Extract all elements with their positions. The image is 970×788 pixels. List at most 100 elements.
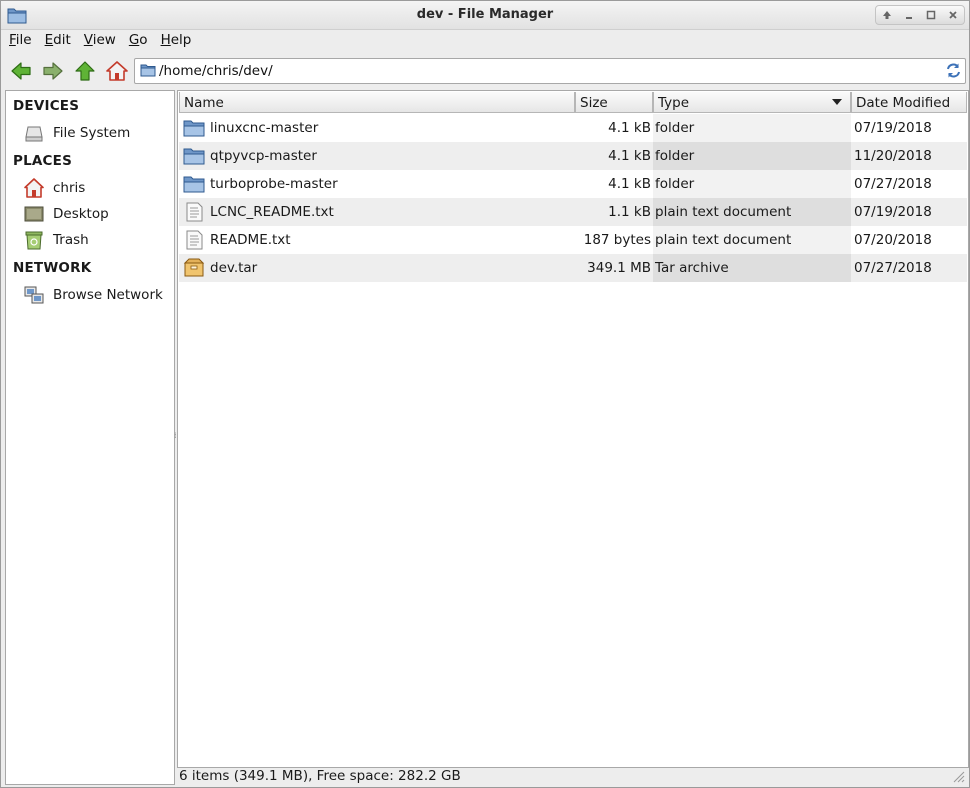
forward-icon bbox=[43, 62, 63, 80]
menu-help-label: elp bbox=[170, 32, 192, 48]
file-row[interactable]: LCNC_README.txt 1.1 kB plain text docume… bbox=[179, 198, 967, 226]
places-heading: PLACES bbox=[13, 153, 72, 169]
file-type: Tar archive bbox=[655, 260, 729, 276]
sidebar-item-label: File System bbox=[53, 125, 131, 141]
file-size: 349.1 MB bbox=[587, 260, 651, 276]
file-size: 4.1 kB bbox=[608, 176, 651, 192]
file-manager-window: dev - File Manager File Edit View Go Hel… bbox=[0, 0, 970, 788]
archive-icon bbox=[183, 258, 205, 277]
file-name: linuxcnc-master bbox=[210, 120, 319, 136]
column-header-size-label: Size bbox=[580, 95, 608, 111]
home-icon bbox=[106, 61, 128, 81]
refresh-icon[interactable] bbox=[945, 62, 962, 79]
file-row[interactable]: turboprobe-master 4.1 kB folder 07/27/20… bbox=[179, 170, 967, 198]
up-icon bbox=[75, 61, 95, 81]
home-button[interactable] bbox=[104, 58, 130, 84]
file-size: 187 bytes bbox=[583, 232, 651, 248]
resize-grip-icon[interactable] bbox=[951, 769, 965, 783]
shade-button[interactable] bbox=[876, 6, 898, 24]
menu-help[interactable]: Help bbox=[153, 30, 197, 52]
back-button[interactable] bbox=[8, 58, 34, 84]
file-date: 07/19/2018 bbox=[854, 204, 932, 220]
file-type: plain text document bbox=[655, 204, 792, 220]
sidebar-item-label: Browse Network bbox=[53, 287, 163, 303]
file-date: 11/20/2018 bbox=[854, 148, 932, 164]
network-icon bbox=[24, 286, 44, 304]
file-name: README.txt bbox=[210, 232, 291, 248]
file-name: LCNC_README.txt bbox=[210, 204, 334, 220]
menu-view-mnemonic: V bbox=[83, 32, 93, 48]
text-file-icon bbox=[186, 202, 203, 222]
file-row[interactable]: README.txt 187 bytes plain text document… bbox=[179, 226, 967, 254]
file-type: folder bbox=[655, 120, 695, 136]
text-file-icon bbox=[186, 230, 203, 250]
folder-icon bbox=[183, 148, 205, 165]
menu-file-mnemonic: F bbox=[9, 32, 16, 48]
folder-icon bbox=[140, 64, 156, 77]
menu-go-mnemonic: G bbox=[128, 32, 140, 48]
column-header-date-modified[interactable]: Date Modified bbox=[851, 92, 967, 113]
sidebar-item-desktop[interactable]: Desktop bbox=[6, 202, 174, 226]
file-type: folder bbox=[655, 148, 695, 164]
sidebar-item-label: Desktop bbox=[53, 206, 109, 222]
close-icon bbox=[949, 11, 957, 19]
sidebar-item-file-system[interactable]: File System bbox=[6, 121, 174, 145]
column-header-name-label: Name bbox=[184, 95, 224, 111]
sidebar-item-trash[interactable]: Trash bbox=[6, 228, 174, 252]
menu-file-label: ile bbox=[15, 32, 32, 48]
home-folder-icon bbox=[24, 178, 44, 198]
column-header-size[interactable]: Size bbox=[575, 92, 653, 113]
forward-button[interactable] bbox=[40, 58, 66, 84]
toolbar: /home/chris/dev/ bbox=[1, 54, 969, 88]
sidebar-item-label: chris bbox=[53, 180, 86, 196]
menu-edit-label: dit bbox=[53, 32, 71, 48]
menu-view-label: iew bbox=[92, 32, 116, 48]
file-date: 07/19/2018 bbox=[854, 120, 932, 136]
minimize-icon bbox=[906, 17, 912, 19]
file-size: 4.1 kB bbox=[608, 148, 651, 164]
sidebar: DEVICES File System PLACES chris Desktop bbox=[5, 90, 175, 785]
file-type: folder bbox=[655, 176, 695, 192]
menu-edit[interactable]: Edit bbox=[37, 30, 76, 52]
menu-go[interactable]: Go bbox=[121, 30, 153, 52]
title-bar[interactable]: dev - File Manager bbox=[1, 1, 969, 30]
file-date: 07/27/2018 bbox=[854, 176, 932, 192]
menu-edit-mnemonic: E bbox=[44, 32, 54, 48]
column-header-row: Name Size Type Date Modified bbox=[179, 92, 967, 114]
sidebar-item-label: Trash bbox=[53, 232, 89, 248]
file-list: Name Size Type Date Modified linuxcnc-ma… bbox=[177, 90, 969, 768]
file-row[interactable]: dev.tar 349.1 MB Tar archive 07/27/2018 bbox=[179, 254, 967, 282]
up-button[interactable] bbox=[72, 58, 98, 84]
desktop-icon bbox=[24, 206, 44, 222]
location-bar[interactable]: /home/chris/dev/ bbox=[134, 58, 966, 84]
minimize-button[interactable] bbox=[898, 6, 920, 24]
devices-heading: DEVICES bbox=[13, 98, 80, 114]
back-icon bbox=[11, 62, 31, 80]
file-row[interactable]: qtpyvcp-master 4.1 kB folder 11/20/2018 bbox=[179, 142, 967, 170]
file-row[interactable]: linuxcnc-master 4.1 kB folder 07/19/2018 bbox=[179, 114, 967, 142]
location-path: /home/chris/dev/ bbox=[159, 63, 273, 79]
sort-descending-icon bbox=[832, 99, 842, 105]
folder-icon bbox=[183, 176, 205, 193]
status-bar-text: 6 items (349.1 MB), Free space: 282.2 GB bbox=[179, 768, 461, 784]
file-type: plain text document bbox=[655, 232, 792, 248]
file-name: turboprobe-master bbox=[210, 176, 338, 192]
sidebar-item-chris[interactable]: chris bbox=[6, 176, 174, 200]
trash-icon bbox=[25, 231, 43, 250]
maximize-icon bbox=[926, 10, 936, 20]
close-button[interactable] bbox=[942, 6, 964, 24]
menu-view[interactable]: View bbox=[76, 30, 121, 52]
column-header-type[interactable]: Type bbox=[653, 92, 851, 113]
menu-file[interactable]: File bbox=[1, 30, 37, 52]
window-controls bbox=[875, 5, 965, 25]
file-date: 07/27/2018 bbox=[854, 260, 932, 276]
sidebar-item-browse-network[interactable]: Browse Network bbox=[6, 283, 174, 307]
maximize-button[interactable] bbox=[920, 6, 942, 24]
folder-icon bbox=[183, 120, 205, 137]
file-size: 1.1 kB bbox=[608, 204, 651, 220]
menu-go-label: o bbox=[139, 32, 148, 48]
column-header-name[interactable]: Name bbox=[179, 92, 575, 113]
arrow-up-icon bbox=[883, 11, 891, 19]
file-size: 4.1 kB bbox=[608, 120, 651, 136]
file-name: qtpyvcp-master bbox=[210, 148, 317, 164]
